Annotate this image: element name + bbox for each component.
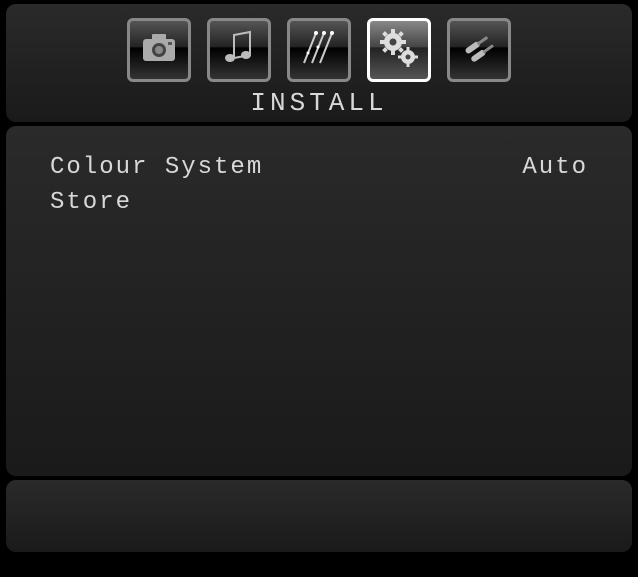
menu-item-store[interactable]: Store <box>50 189 588 216</box>
tab-sound[interactable] <box>207 18 271 82</box>
sparks-icon <box>298 27 340 74</box>
menu-item-colour-system[interactable]: Colour System Auto <box>50 154 588 181</box>
menu-item-label: Store <box>50 189 132 216</box>
cables-icon <box>458 27 500 74</box>
menu-item-label: Colour System <box>50 154 263 181</box>
music-icon <box>218 27 260 74</box>
camera-icon <box>138 27 180 74</box>
tab-install[interactable] <box>367 18 431 82</box>
content-panel: Colour System Auto Store <box>6 126 632 476</box>
tab-features[interactable] <box>287 18 351 82</box>
tab-source[interactable] <box>447 18 511 82</box>
header-panel: INSTALL <box>6 4 632 122</box>
gears-icon <box>378 27 420 74</box>
tab-row <box>127 18 511 82</box>
tab-picture[interactable] <box>127 18 191 82</box>
footer-panel <box>6 480 632 552</box>
section-title: INSTALL <box>250 88 387 118</box>
menu-item-value: Auto <box>522 154 588 181</box>
